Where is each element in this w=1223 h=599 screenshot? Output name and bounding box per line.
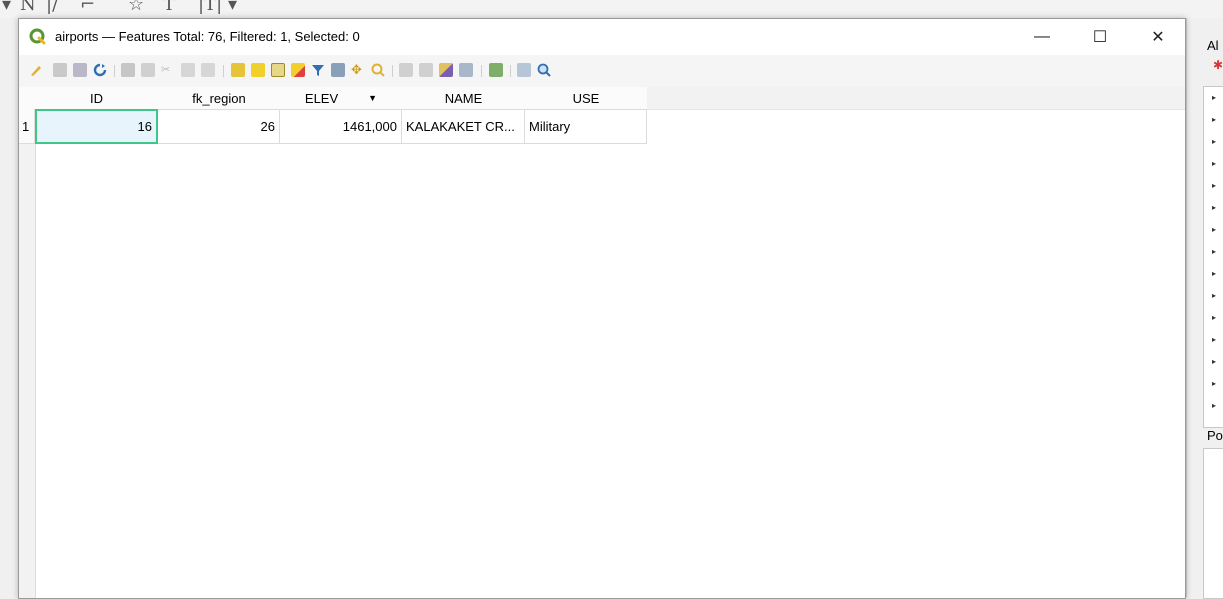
attribute-table-window: airports — Features Total: 76, Filtered:… (18, 18, 1186, 599)
column-header-name[interactable]: NAME (402, 87, 526, 110)
tree-expander-icon[interactable]: ▸ (1212, 335, 1216, 344)
tree-expander-icon[interactable]: ▸ (1212, 291, 1216, 300)
table-corner[interactable] (19, 87, 36, 110)
bg-star-icon: ☆ (128, 0, 145, 15)
attribute-toolbar: ✂ ✥ (19, 55, 1185, 87)
conditional-formatting-icon[interactable] (459, 63, 473, 77)
column-header-elev[interactable]: ELEV ▼ (280, 87, 403, 110)
filter-icon[interactable] (311, 63, 325, 77)
minimize-button[interactable]: — (1019, 19, 1065, 55)
tree-expander-icon[interactable]: ▸ (1212, 269, 1216, 278)
bg-line-icon: |/ (46, 0, 59, 15)
cell-elev[interactable]: 1461,000 (280, 109, 402, 144)
toolbar-separator (481, 65, 482, 77)
title-bar[interactable]: airports — Features Total: 76, Filtered:… (19, 19, 1185, 55)
tree-expander-icon[interactable]: ▸ (1212, 225, 1216, 234)
panel-tree[interactable]: ▸ ▸ ▸ ▸ ▸ ▸ ▸ ▸ ▸ ▸ ▸ ▸ ▸ ▸ ▸ (1203, 86, 1223, 428)
toolbar-separator (223, 65, 224, 77)
search-icon[interactable] (537, 63, 551, 77)
tree-expander-icon[interactable]: ▸ (1212, 401, 1216, 410)
tree-expander-icon[interactable]: ▸ (1212, 357, 1216, 366)
bg-text-box-icon: |T| (198, 0, 223, 15)
zoom-to-selection-icon[interactable] (371, 63, 385, 77)
attribute-table[interactable]: ID fk_region ELEV ▼ NAME USE 1 16 26 146… (19, 87, 1185, 598)
panel-marker-icon: ✱ (1213, 58, 1223, 72)
toggle-editing-icon[interactable] (29, 63, 43, 77)
add-feature-icon[interactable] (121, 63, 135, 77)
bg-dropdown-icon-2: ▾ (228, 0, 238, 15)
header-fill (647, 87, 1185, 110)
panel-title: Al (1207, 38, 1219, 53)
tree-expander-icon[interactable]: ▸ (1212, 159, 1216, 168)
move-selection-to-top-icon[interactable] (331, 63, 345, 77)
pan-to-selection-icon[interactable]: ✥ (351, 63, 365, 77)
cell-fk-region[interactable]: 26 (158, 109, 280, 144)
background-toolbar: ▾ N |/ ⌐ ☆ T |T| ▾ (0, 0, 1223, 18)
bg-north-arrow-icon: N (20, 0, 36, 15)
new-field-icon[interactable] (399, 63, 413, 77)
copy-icon[interactable] (181, 63, 195, 77)
bg-text-icon: T (163, 0, 176, 15)
select-all-icon[interactable] (251, 63, 265, 77)
select-by-expression-icon[interactable] (231, 63, 245, 77)
tree-expander-icon[interactable]: ▸ (1212, 137, 1216, 146)
tree-expander-icon[interactable]: ▸ (1212, 115, 1216, 124)
browser-panel: Al ✱ ▸ ▸ ▸ ▸ ▸ ▸ ▸ ▸ ▸ ▸ ▸ ▸ ▸ ▸ ▸ Po (1186, 18, 1223, 599)
paste-icon[interactable] (201, 63, 215, 77)
window-title: airports — Features Total: 76, Filtered:… (55, 29, 360, 44)
row-header[interactable]: 1 (19, 109, 35, 144)
toolbar-separator (510, 65, 511, 77)
toggle-multi-edit-icon[interactable] (53, 63, 67, 77)
close-button[interactable]: ✕ (1135, 19, 1181, 55)
column-header-id[interactable]: ID (35, 87, 159, 110)
column-header-fk-region[interactable]: fk_region (158, 87, 281, 110)
toolbar-separator (114, 65, 115, 77)
bg-curve-icon: ⌐ (80, 0, 96, 15)
tree-expander-icon[interactable]: ▸ (1212, 247, 1216, 256)
delete-feature-icon[interactable] (141, 63, 155, 77)
panel-lower-area (1203, 448, 1223, 599)
save-edits-icon[interactable] (73, 63, 87, 77)
tree-expander-icon[interactable]: ▸ (1212, 203, 1216, 212)
toolbar-separator (392, 65, 393, 77)
tree-expander-icon[interactable]: ▸ (1212, 313, 1216, 322)
field-calculator-icon[interactable] (439, 63, 453, 77)
cell-id[interactable]: 16 (35, 109, 158, 144)
invert-selection-icon[interactable] (271, 63, 285, 77)
tree-expander-icon[interactable]: ▸ (1212, 379, 1216, 388)
reload-table-icon[interactable] (93, 63, 107, 77)
panel-bottom-title: Po (1207, 428, 1223, 443)
cell-name[interactable]: KALAKAKET CR... (402, 109, 525, 144)
column-header-use[interactable]: USE (525, 87, 648, 110)
delete-field-icon[interactable] (419, 63, 433, 77)
deselect-all-icon[interactable] (291, 63, 305, 77)
actions-icon[interactable] (489, 63, 503, 77)
sort-descending-icon: ▼ (368, 93, 378, 103)
dock-table-icon[interactable] (517, 63, 531, 77)
bg-dropdown-icon: ▾ (2, 0, 12, 15)
tree-expander-icon[interactable]: ▸ (1212, 93, 1216, 102)
column-header-elev-label: ELEV (304, 90, 339, 106)
cell-use[interactable]: Military (525, 109, 647, 144)
qgis-logo-icon (29, 28, 46, 45)
row-header-column (19, 109, 36, 598)
cut-icon[interactable]: ✂ (161, 63, 175, 77)
tree-expander-icon[interactable]: ▸ (1212, 181, 1216, 190)
maximize-button[interactable]: ☐ (1077, 19, 1123, 55)
